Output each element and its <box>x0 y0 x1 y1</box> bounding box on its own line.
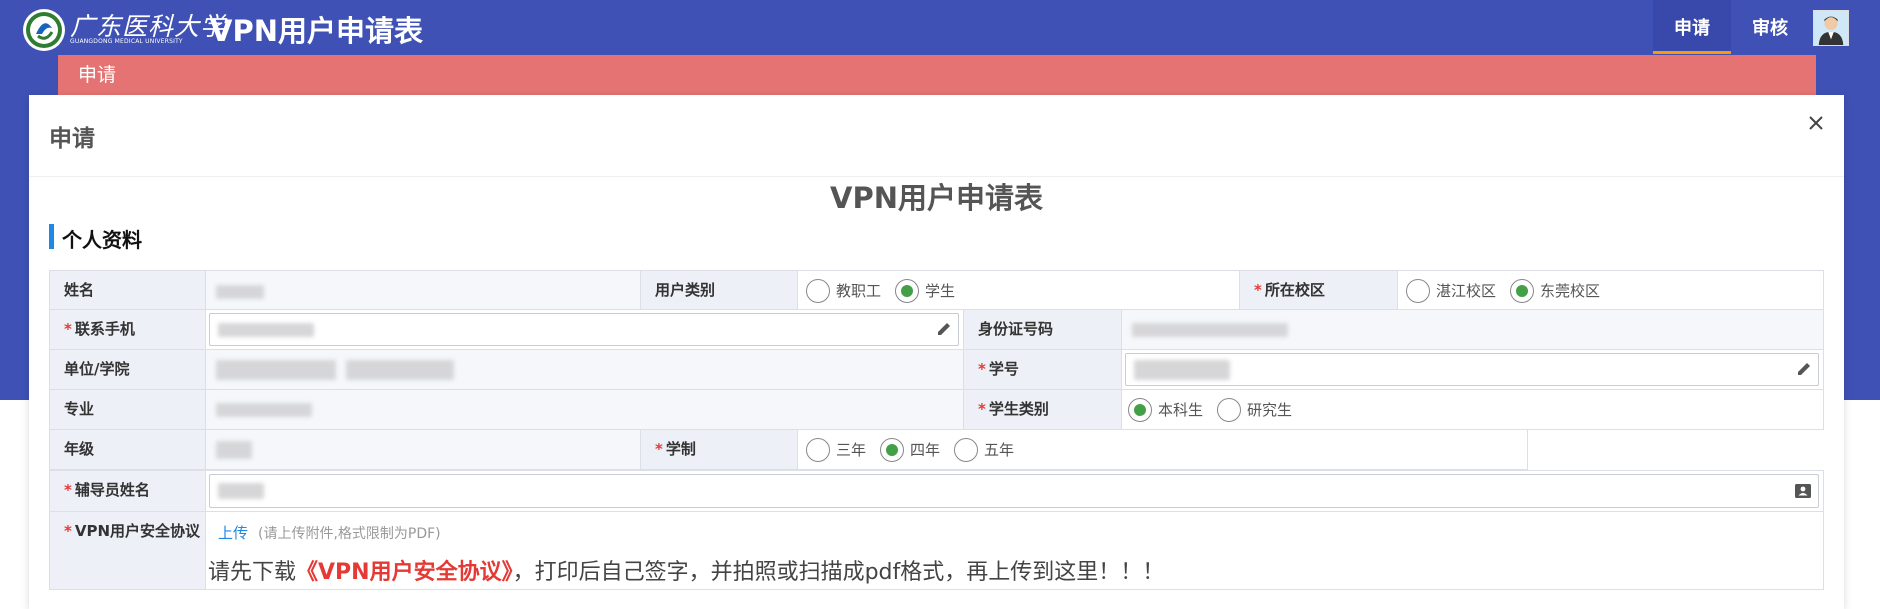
upload-link[interactable]: 上传 <box>218 522 248 543</box>
major-label: 专业 <box>49 389 206 430</box>
apply-dialog: 申请 VPN用户申请表 个人资料 姓名 用户类别 教职工 学生 * 所在校区 湛江… <box>29 95 1844 609</box>
pencil-icon[interactable] <box>1795 360 1813 378</box>
user-type-group: 教职工 学生 <box>797 270 1240 310</box>
radio-circle <box>880 437 905 462</box>
school-logo <box>23 9 65 51</box>
radio-circle <box>954 437 979 462</box>
upload-hint: (请上传附件,格式限制为PDF) <box>258 526 441 542</box>
phone-label: * 联系手机 <box>49 309 206 350</box>
id-value <box>1121 309 1824 350</box>
unit-value <box>205 349 964 390</box>
name-label: 姓名 <box>49 270 206 310</box>
id-label: 身份证号码 <box>963 309 1122 350</box>
radio-circle <box>1510 278 1535 303</box>
campus-label: * 所在校区 <box>1239 270 1398 310</box>
radio-zhanjiang[interactable]: 湛江校区 <box>1406 278 1496 303</box>
agreement-label: * VPN用户安全协议 <box>49 511 206 590</box>
duration-label: * 学制 <box>640 429 798 470</box>
student-no-cell <box>1121 349 1824 390</box>
contact-card-icon[interactable] <box>1794 482 1812 500</box>
major-value <box>205 389 964 430</box>
radio-circle <box>1406 278 1430 303</box>
radio-five-years[interactable]: 五年 <box>954 437 1014 462</box>
radio-dongguan[interactable]: 东莞校区 <box>1510 278 1600 303</box>
tab-review[interactable]: 审核 <box>1731 0 1809 54</box>
agreement-cell: 上传 (请上传附件,格式限制为PDF) 请先下载《VPN用户安全协议》，打印后自… <box>205 511 1824 590</box>
user-avatar-icon <box>1814 11 1848 45</box>
close-icon[interactable] <box>1806 113 1826 133</box>
dialog-title: 申请 <box>49 126 95 152</box>
radio-circle <box>806 278 830 303</box>
radio-circle <box>895 278 920 303</box>
counselor-cell <box>205 470 1824 512</box>
counselor-input[interactable] <box>209 474 1819 508</box>
tab-apply[interactable]: 申请 <box>1653 0 1731 54</box>
pencil-icon[interactable] <box>935 320 953 338</box>
radio-student[interactable]: 学生 <box>895 278 955 303</box>
agreement-download-link[interactable]: 《VPN用户安全协议》 <box>296 560 513 585</box>
counselor-label: * 辅导员姓名 <box>49 470 206 512</box>
student-type-group: 本科生 研究生 <box>1121 389 1824 430</box>
student-no-input[interactable] <box>1125 353 1819 386</box>
download-notice: 请先下载《VPN用户安全协议》，打印后自己签字，并拍照或扫描成pdf格式，再上传… <box>208 554 1164 586</box>
radio-circle <box>806 437 830 462</box>
radio-circle <box>1128 397 1152 422</box>
apply-strip: 申请 <box>58 55 1816 95</box>
form-title: VPN用户申请表 <box>830 181 1043 215</box>
phone-cell <box>205 309 964 350</box>
name-value <box>205 270 641 310</box>
school-name-en: GUANGDONG MEDICAL UNIVERSITY <box>70 38 183 45</box>
grade-value <box>205 429 641 470</box>
student-type-label: * 学生类别 <box>963 389 1122 430</box>
radio-four-years[interactable]: 四年 <box>880 437 940 462</box>
user-type-label: 用户类别 <box>640 270 798 310</box>
radio-staff[interactable]: 教职工 <box>806 278 881 303</box>
notice-suffix: ，打印后自己签字，并拍照或扫描成pdf格式，再上传到这里！！！ <box>512 560 1165 585</box>
section-marker <box>49 224 54 249</box>
student-no-label: * 学号 <box>963 349 1122 390</box>
radio-undergraduate[interactable]: 本科生 <box>1128 397 1203 422</box>
radio-three-years[interactable]: 三年 <box>806 437 866 462</box>
campus-group: 湛江校区 东莞校区 <box>1397 270 1824 310</box>
avatar[interactable] <box>1813 10 1849 46</box>
duration-group: 三年 四年 五年 <box>797 429 1528 470</box>
radio-circle <box>1217 397 1242 422</box>
radio-postgraduate[interactable]: 研究生 <box>1217 397 1292 422</box>
unit-label: 单位/学院 <box>49 349 206 390</box>
grade-label: 年级 <box>49 429 206 470</box>
phone-input[interactable] <box>209 313 959 346</box>
app-title: VPN用户申请表 <box>210 14 423 48</box>
notice-prefix: 请先下载 <box>208 560 297 585</box>
section-title: 个人资料 <box>62 228 142 252</box>
